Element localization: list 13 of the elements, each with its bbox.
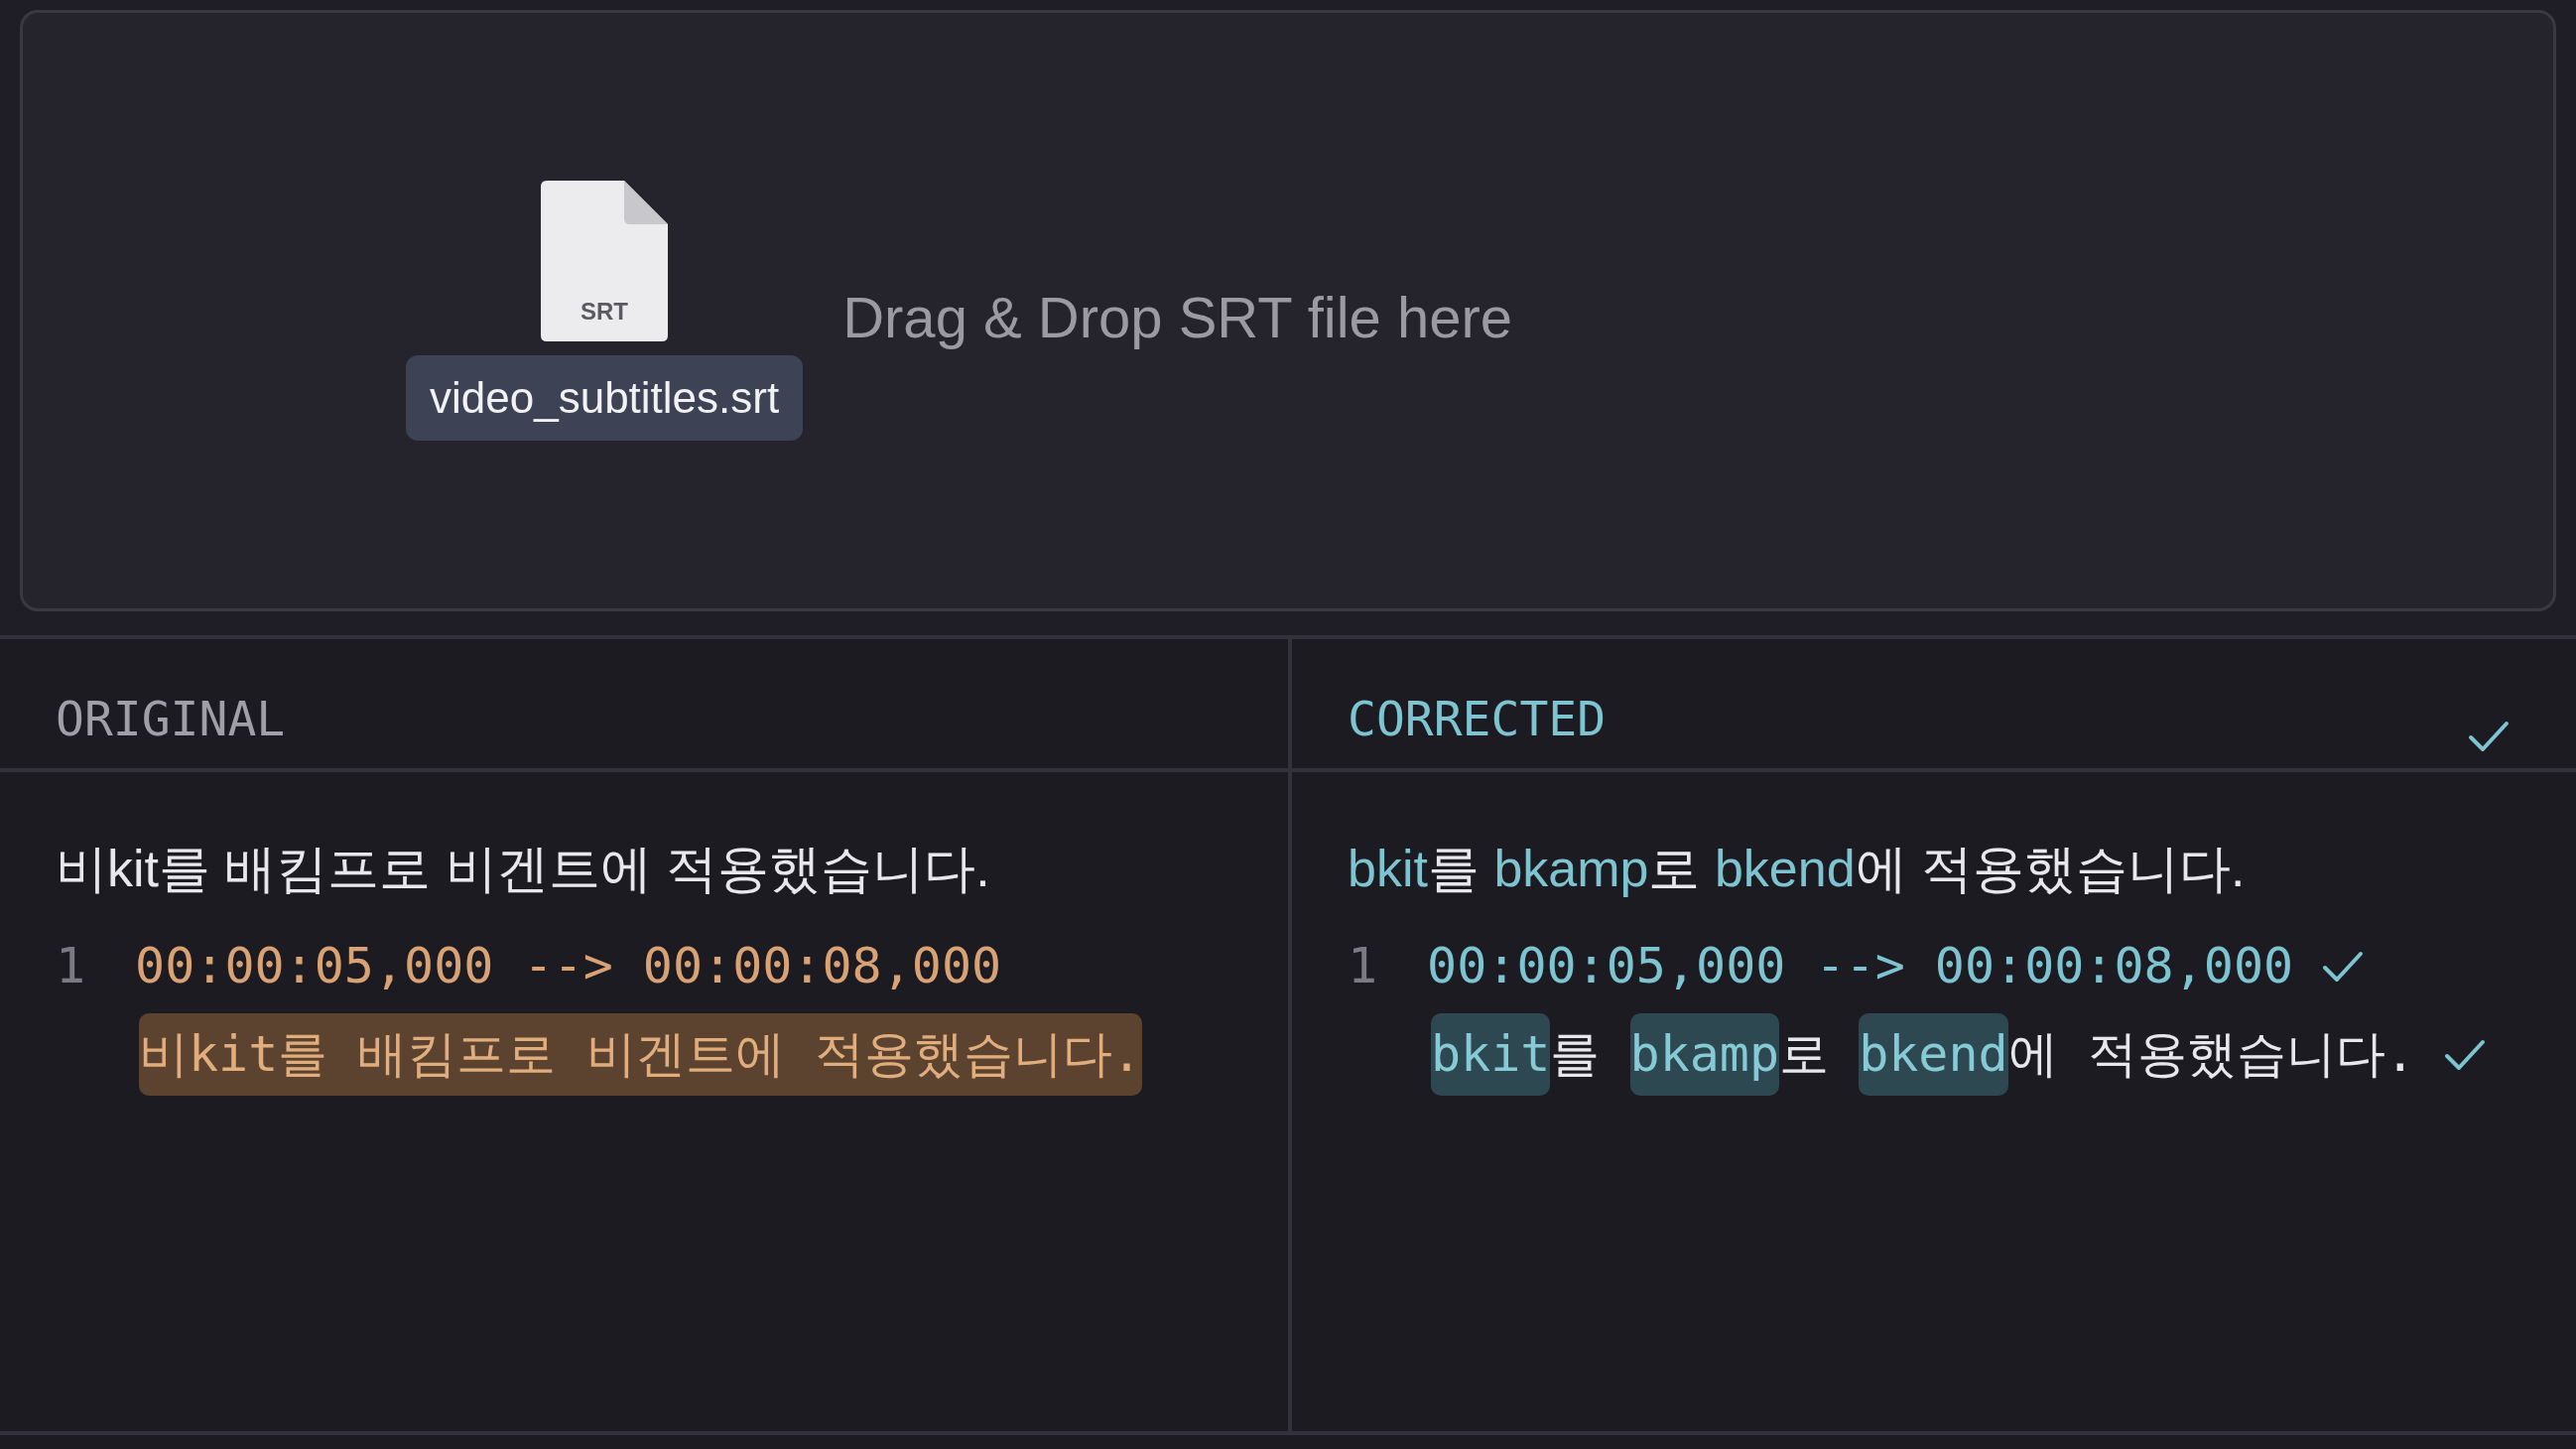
subtitle-line: bkit를 bkamp로 bkend에 적용했습니다. bbox=[1431, 1013, 2415, 1096]
line-number: 1 bbox=[1348, 936, 1378, 996]
pane-title: CORRECTED bbox=[1348, 690, 1607, 748]
pane-title: ORIGINAL bbox=[56, 690, 286, 748]
drop-prompt: Drag & Drop SRT file here bbox=[842, 283, 1512, 351]
timecode: 00:00:05,000 --> 00:00:08,000 bbox=[135, 936, 1002, 996]
subtitle-summary: 비kit를 배킴프로 비겐트에 적용했습니다. bbox=[56, 839, 990, 899]
drop-zone[interactable]: SRT video_subtitles.srt Drag & Drop SRT file here bbox=[20, 10, 2556, 611]
line-number: 1 bbox=[56, 936, 86, 996]
file-icon[interactable]: SRT bbox=[541, 181, 669, 341]
file-name: video_subtitles.srt bbox=[406, 355, 804, 441]
subtitle-summary: bkit를 bkamp로 bkend에 적용했습니다. bbox=[1348, 839, 2246, 899]
timecode: 00:00:05,000 --> 00:00:08,000 bbox=[1427, 936, 2294, 996]
